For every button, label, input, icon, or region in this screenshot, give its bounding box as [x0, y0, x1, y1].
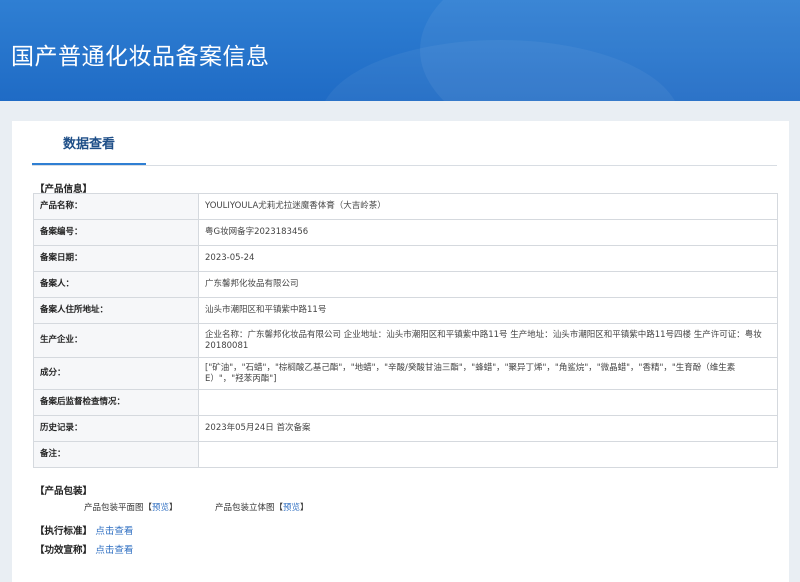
tab-data-view[interactable]: 数据查看 [32, 121, 146, 165]
packaging-flat: 产品包装平面图【预览】 [84, 503, 178, 513]
product-name-value: YOULIYOULA尤莉尤拉迷魔香体膏（大吉岭茶） [198, 193, 778, 220]
history-value: 2023年05月24日 首次备案 [198, 415, 778, 442]
efficacy-section-title: 【功效宣称】 [35, 545, 93, 556]
standard-section: 【执行标准】 点击查看 [35, 523, 133, 537]
row-label: 备案后监督检查情况： [33, 389, 199, 416]
packaging-solid-preview-link[interactable]: 预览 [283, 503, 300, 513]
remarks-value [198, 441, 778, 468]
efficacy-view-link[interactable]: 点击查看 [95, 545, 133, 556]
row-label: 生产企业： [33, 323, 199, 358]
packaging-section-title: 【产品包装】 [35, 486, 93, 497]
record-number-value: 粤G妆网备字2023183456 [198, 219, 778, 246]
table-row: 产品名称： YOULIYOULA尤莉尤拉迷魔香体膏（大吉岭茶） [33, 193, 778, 220]
tab-bar: 数据查看 [32, 121, 777, 166]
ingredients-value: ["矿油"，"石蜡"，"棕榈酸乙基己酯"，"地蜡"，"辛酸/癸酸甘油三酯"，"蜂… [198, 357, 778, 390]
registrant-address-value: 汕头市潮阳区和平镇紫中路11号 [198, 297, 778, 324]
content-panel: 数据查看 【产品信息】 产品名称： YOULIYOULA尤莉尤拉迷魔香体膏（大吉… [12, 121, 789, 582]
table-row: 备案后监督检查情况： [33, 389, 778, 416]
efficacy-section: 【功效宣称】 点击查看 [35, 542, 133, 556]
table-row: 备注： [33, 441, 778, 468]
standard-section-title: 【执行标准】 [35, 526, 93, 537]
table-row: 历史记录： 2023年05月24日 首次备案 [33, 415, 778, 442]
row-label: 备案人住所地址： [33, 297, 199, 324]
packaging-solid-label: 产品包装立体图 [215, 503, 275, 513]
row-label: 产品名称： [33, 193, 199, 220]
table-row: 备案日期： 2023-05-24 [33, 245, 778, 272]
packaging-flat-preview-link[interactable]: 预览 [152, 503, 169, 513]
row-label: 成分： [33, 357, 199, 390]
supervision-value [198, 389, 778, 416]
registrant-value: 广东馨邦化妆品有限公司 [198, 271, 778, 298]
packaging-flat-label: 产品包装平面图 [84, 503, 144, 513]
table-row: 备案人住所地址： 汕头市潮阳区和平镇紫中路11号 [33, 297, 778, 324]
table-row: 生产企业： 企业名称：广东馨邦化妆品有限公司 企业地址：汕头市潮阳区和平镇紫中路… [33, 323, 778, 358]
packaging-solid: 产品包装立体图【预览】 [215, 503, 309, 513]
table-row: 成分： ["矿油"，"石蜡"，"棕榈酸乙基己酯"，"地蜡"，"辛酸/癸酸甘油三酯… [33, 357, 778, 390]
table-row: 备案人： 广东馨邦化妆品有限公司 [33, 271, 778, 298]
row-label: 备案人： [33, 271, 199, 298]
row-label: 备案日期： [33, 245, 199, 272]
row-label: 备注： [33, 441, 199, 468]
record-date-value: 2023-05-24 [198, 245, 778, 272]
page-title: 国产普通化妆品备案信息 [11, 44, 270, 70]
row-label: 历史记录： [33, 415, 199, 442]
standard-view-link[interactable]: 点击查看 [95, 526, 133, 537]
row-label: 备案编号： [33, 219, 199, 246]
manufacturer-value: 企业名称：广东馨邦化妆品有限公司 企业地址：汕头市潮阳区和平镇紫中路11号 生产… [198, 323, 778, 358]
table-row: 备案编号： 粤G妆网备字2023183456 [33, 219, 778, 246]
product-info-table: 产品名称： YOULIYOULA尤莉尤拉迷魔香体膏（大吉岭茶） 备案编号： 粤G… [33, 193, 778, 468]
page-header: 国产普通化妆品备案信息 [0, 0, 800, 101]
